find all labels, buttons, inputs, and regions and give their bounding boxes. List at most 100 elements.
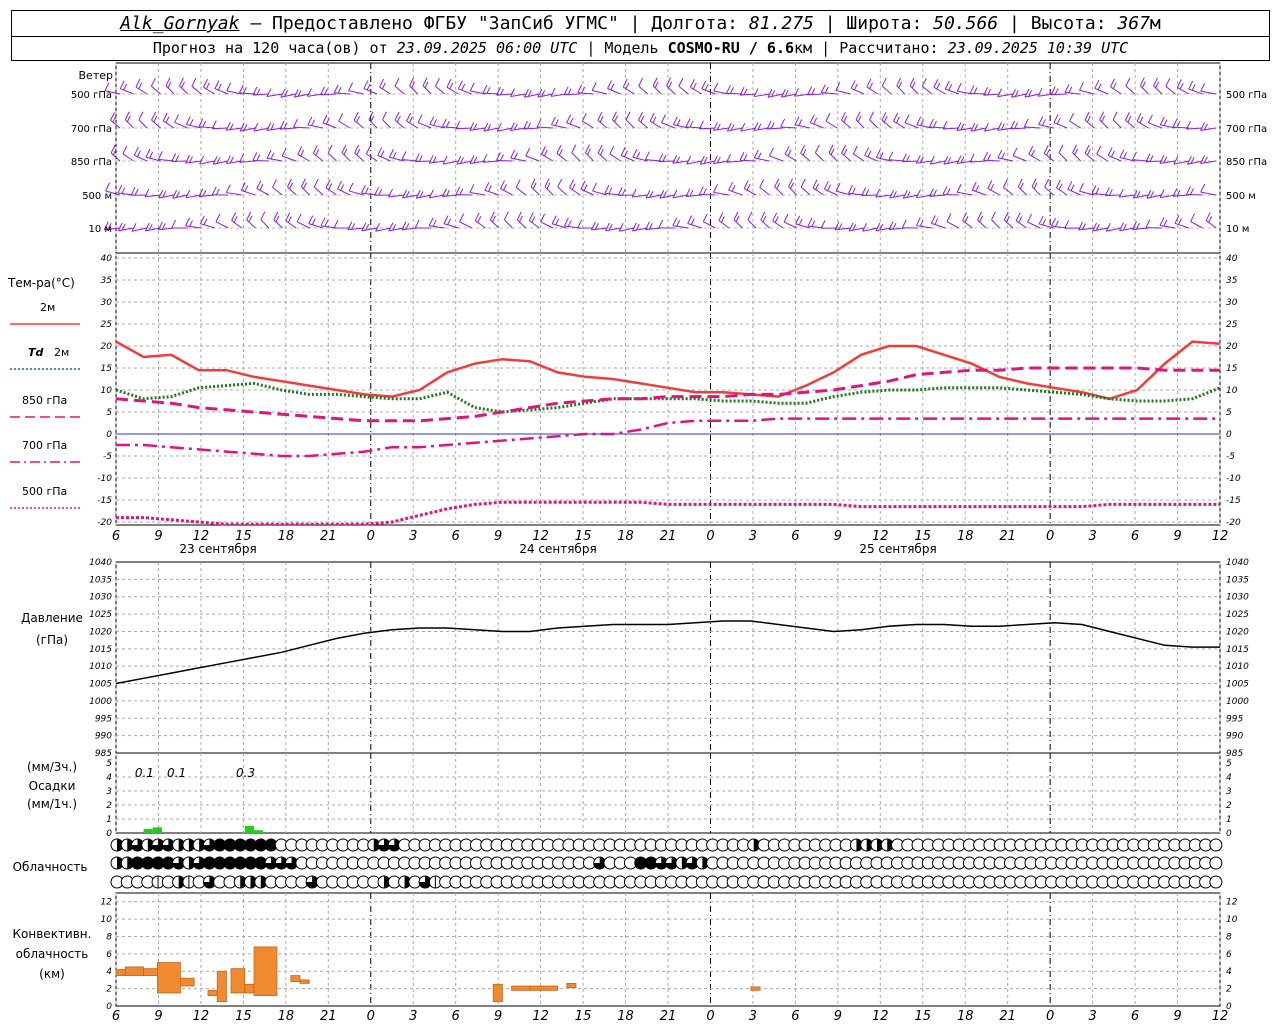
- wind-barb-feather: [248, 215, 253, 223]
- wind-barb-feather: [266, 122, 272, 131]
- wind-barb-feather: [563, 217, 569, 227]
- wind-barb-feather: [1078, 221, 1084, 231]
- wind-barb: [810, 122, 824, 129]
- wind-barb-feather: [1042, 218, 1047, 226]
- wind-barb-feather: [1037, 87, 1043, 97]
- temp-tick-right: 0: [1226, 430, 1232, 440]
- wind-barb-feather: [757, 152, 762, 159]
- pressure-tick-right: 990: [1226, 732, 1243, 742]
- wind-barb-feather: [252, 152, 258, 161]
- x-tick-label: 3: [1088, 1009, 1096, 1024]
- x-tick-label: 6: [791, 529, 799, 544]
- wind-barb-feather: [211, 186, 217, 195]
- wind-barb: [645, 194, 662, 199]
- wind-barb: [162, 120, 175, 129]
- conv-tick: 4: [106, 967, 112, 977]
- wind-barb-feather: [631, 188, 637, 198]
- wind-barb-feather: [557, 178, 563, 188]
- wind-barb: [1027, 221, 1041, 229]
- conv-cloud-bar: [290, 975, 301, 983]
- precip-amount: 0.1: [135, 766, 154, 780]
- wind-barb-feather: [800, 178, 806, 188]
- conv-cloud-bar: [511, 985, 531, 991]
- wind-barb-feather: [158, 189, 164, 199]
- wind-barb: [368, 119, 378, 129]
- wind-barb-feather: [105, 182, 111, 192]
- pressure-tick: 1020: [89, 627, 112, 637]
- wind-barb-feather: [1178, 218, 1182, 225]
- wind-barb: [327, 152, 337, 162]
- wind-barb-feather: [1074, 148, 1079, 156]
- wind-barb: [893, 120, 906, 129]
- wind-barb-feather: [149, 151, 154, 159]
- wind-barb: [1125, 85, 1136, 95]
- wind-barb-feather: [150, 77, 156, 87]
- wind-barb-feather: [308, 215, 314, 224]
- wind-barb-feather: [948, 84, 953, 91]
- wind-barb-feather: [515, 179, 521, 188]
- wind-barb-feather: [1141, 81, 1146, 89]
- wind-barb: [353, 119, 364, 129]
- wind-barb: [214, 88, 229, 95]
- temp-tick-right: -10: [1226, 474, 1241, 484]
- x-tick-label: 21: [999, 529, 1016, 544]
- wind-barb: [388, 194, 405, 198]
- wind-barb-feather: [820, 219, 826, 229]
- wind-barb-feather: [566, 114, 572, 123]
- temp-tick: 40: [101, 254, 113, 264]
- precip-bar: [152, 827, 162, 833]
- wind-barb-feather: [620, 147, 626, 156]
- wind-barb-feather: [946, 213, 952, 222]
- wind-barb-feather: [812, 179, 818, 189]
- wind-barb-feather: [802, 148, 807, 156]
- wind-barb-feather: [433, 119, 437, 126]
- wind-barb: [313, 152, 324, 162]
- wind-barb-feather: [850, 80, 856, 89]
- wind-level-label-right: 500 м: [1226, 191, 1256, 202]
- wind-barb: [551, 124, 567, 129]
- wind-barb-feather: [1107, 147, 1113, 156]
- conv-tick-right: 12: [1226, 898, 1238, 908]
- wind-barb-feather: [814, 144, 820, 153]
- wind-barb-feather: [1023, 118, 1029, 128]
- wind-barb-feather: [753, 88, 759, 97]
- wind-barb-feather: [1159, 217, 1165, 226]
- conv-cloud-bar: [207, 989, 218, 996]
- conv-tick: 12: [101, 898, 113, 908]
- precip-tick-right: 2: [1226, 801, 1232, 811]
- wind-barb-feather: [1205, 212, 1211, 221]
- wind-barb-feather: [343, 148, 348, 155]
- wind-barb-feather: [307, 116, 313, 126]
- wind-barb-feather: [126, 115, 131, 123]
- legend-label: 2м: [54, 346, 69, 359]
- wind-barb: [394, 85, 405, 95]
- wind-barb-feather: [337, 180, 342, 190]
- wind-barb-feather: [1056, 117, 1061, 125]
- wind-barb-feather: [658, 219, 664, 229]
- wind-barb-feather: [408, 116, 413, 123]
- precip-tick: 0: [106, 829, 112, 839]
- wind-barb-feather: [205, 82, 210, 90]
- wind-barb-feather: [676, 156, 681, 163]
- wind-barb: [821, 92, 838, 95]
- wind-barb: [622, 86, 635, 95]
- wind-barb-feather: [942, 186, 948, 195]
- wind-barb-feather: [482, 84, 488, 94]
- wind-barb-feather: [599, 148, 604, 156]
- wind-barb-feather: [1163, 156, 1168, 163]
- wind-barb-feather: [1104, 187, 1110, 196]
- temp-tick: 30: [101, 298, 113, 308]
- wind-barb-feather: [946, 188, 951, 195]
- wind-barb-feather: [487, 185, 492, 192]
- wind-barb-feather: [406, 112, 412, 122]
- wind-barb-feather: [396, 115, 401, 123]
- wind-barb-feather: [123, 83, 127, 91]
- wind-barb-feather: [990, 183, 995, 191]
- wind-barb-feather: [997, 122, 1002, 131]
- wind-barb: [569, 187, 581, 196]
- x-tick-label: 9: [494, 529, 502, 544]
- wind-barb-feather: [203, 218, 208, 225]
- wind-barb: [1139, 85, 1149, 95]
- wind-barb-feather: [567, 88, 572, 95]
- wind-barb-feather: [979, 215, 984, 223]
